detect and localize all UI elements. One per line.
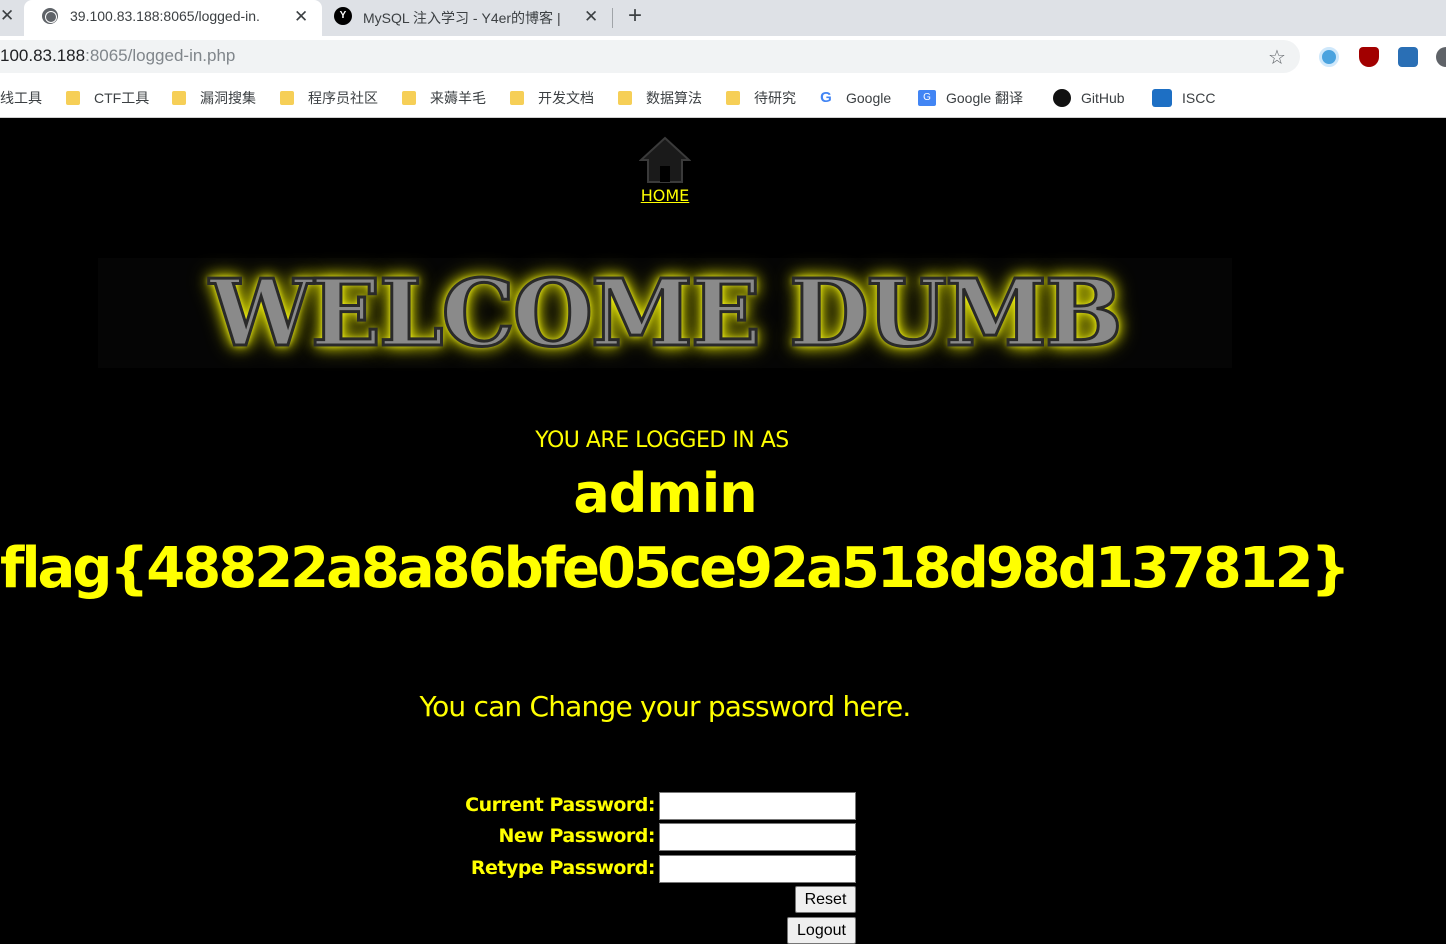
folder-icon (510, 91, 524, 105)
bookmark-label: 线工具 (0, 90, 42, 106)
new-password-input[interactable] (659, 823, 856, 851)
bookmark-label: Google (846, 90, 892, 106)
welcome-banner: WELCOME DUMB (98, 258, 1232, 369)
folder-icon (172, 91, 186, 105)
close-icon[interactable]: ✕ (294, 7, 308, 27)
tab-divider (612, 8, 613, 28)
folder-icon (66, 91, 80, 105)
current-password-input[interactable] (659, 792, 856, 820)
home-link[interactable]: HOME (600, 186, 730, 205)
flag-text: flag{48822a8a86bfe05ce92a518d98d137812} (0, 536, 1351, 601)
bookmark-iscc[interactable]: ISCC (1152, 88, 1215, 108)
bookmark-folder[interactable]: 数据算法 (618, 88, 702, 108)
bookmark-label: GitHub (1081, 90, 1125, 106)
close-icon[interactable]: ✕ (0, 6, 14, 26)
url-host: 100.83.188 (0, 46, 86, 65)
bookmark-google-translate[interactable]: G Google 翻译 (918, 88, 1023, 108)
folder-icon (726, 91, 740, 105)
bookmark-github[interactable]: GitHub (1053, 88, 1125, 108)
bookmark-label: 漏洞搜集 (200, 90, 256, 106)
globe-icon (42, 8, 58, 24)
bookmark-star-icon[interactable]: ☆ (1268, 45, 1286, 69)
welcome-banner-text: WELCOME DUMB (208, 258, 1124, 369)
tab-logged-in[interactable]: 39.100.83.188:8065/logged-in. ✕ (24, 0, 322, 36)
reset-button[interactable]: Reset (795, 886, 856, 913)
blog-favicon-icon: Y (334, 7, 352, 25)
iscc-icon (1152, 89, 1172, 107)
tab-strip: ✕ 39.100.83.188:8065/logged-in. ✕ Y MySQ… (0, 0, 1446, 36)
bookmark-folder[interactable]: 来薅羊毛 (402, 88, 486, 108)
new-tab-icon[interactable]: + (628, 2, 642, 30)
username: admin (573, 462, 757, 525)
folder-icon (618, 91, 632, 105)
bookmark-item[interactable]: 线工具 (0, 88, 42, 108)
bookmark-label: Google 翻译 (946, 90, 1024, 106)
github-icon (1053, 89, 1071, 107)
bookmark-label: 开发文档 (538, 90, 594, 106)
folder-icon (280, 91, 294, 105)
extension-circle-icon[interactable] (1319, 47, 1339, 67)
change-password-text: You can Change your password here. (419, 690, 912, 723)
ublock-icon[interactable] (1359, 47, 1379, 67)
google-translate-icon: G (918, 90, 936, 106)
bookmark-folder[interactable]: 漏洞搜集 (172, 88, 256, 108)
tab-title: 39.100.83.188:8065/logged-in. (70, 8, 260, 24)
current-password-label: Current Password: (465, 794, 655, 816)
url-text[interactable]: 100.83.188:8065/logged-in.php (0, 46, 235, 66)
retype-password-input[interactable] (659, 855, 856, 883)
close-icon[interactable]: ✕ (584, 7, 598, 27)
bookmark-folder[interactable]: 程序员社区 (280, 88, 378, 108)
bookmark-label: 来薅羊毛 (430, 90, 486, 106)
bookmark-label: CTF工具 (94, 90, 150, 106)
bookmark-label: 待研究 (754, 90, 796, 106)
retype-password-label: Retype Password: (470, 857, 656, 879)
folder-icon (402, 91, 416, 105)
logged-in-label: YOU ARE LOGGED IN AS (535, 428, 789, 453)
home-icon[interactable] (639, 136, 691, 184)
url-path: :8065/logged-in.php (85, 46, 236, 65)
google-icon: G (820, 89, 832, 106)
extension-rss-icon[interactable] (1398, 47, 1418, 67)
bookmark-label: ISCC (1182, 90, 1216, 106)
tab-mysql[interactable]: Y MySQL 注入学习 - Y4er的博客 | ✕ (326, 0, 610, 34)
new-password-label: New Password: (498, 825, 656, 847)
logout-button[interactable]: Logout (787, 917, 856, 944)
bookmark-google[interactable]: G Google (818, 88, 891, 108)
bookmark-folder[interactable]: 开发文档 (510, 88, 594, 108)
bookmark-folder[interactable]: CTF工具 (66, 88, 149, 108)
bookmark-label: 程序员社区 (308, 90, 378, 106)
bookmark-folder[interactable]: 待研究 (726, 88, 796, 108)
bookmark-label: 数据算法 (646, 90, 702, 106)
tab-title: MySQL 注入学习 - Y4er的博客 | (363, 10, 561, 26)
